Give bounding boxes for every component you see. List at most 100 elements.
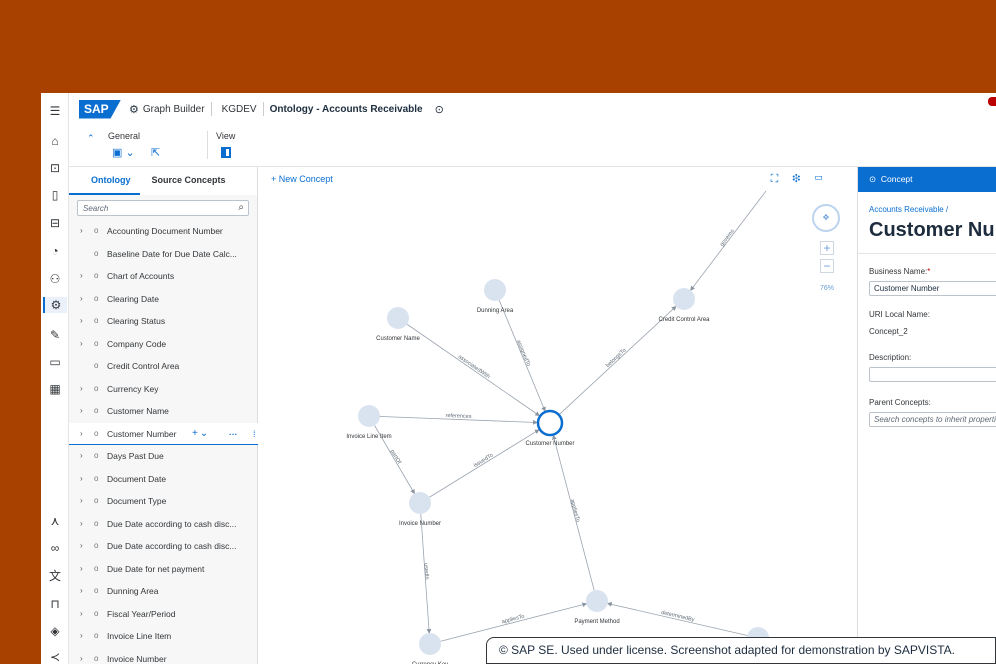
expand-chevron-icon[interactable]: › [80, 603, 83, 625]
shield-icon[interactable]: ◈ [47, 623, 63, 639]
expand-chevron-icon[interactable]: › [80, 220, 83, 242]
expand-chevron-icon[interactable]: › [80, 333, 83, 355]
workspace-name: KGDEV [221, 103, 257, 115]
shell-bar: SAP ⚙ Graph Builder KGDEV Ontology - Acc… [69, 93, 996, 125]
description-field[interactable] [869, 367, 996, 382]
expand-chevron-icon[interactable]: › [80, 400, 83, 422]
expand-chevron-icon[interactable]: › [80, 625, 83, 647]
zoom-out-button[interactable]: − [820, 259, 834, 273]
expand-chevron-icon[interactable]: › [80, 513, 83, 535]
network-icon[interactable]: ⚇ [47, 271, 63, 287]
parent-concepts-search-input[interactable]: Search concepts to inherit properties [869, 412, 996, 427]
expand-chevron-icon[interactable]: › [80, 558, 83, 580]
expand-chevron-icon[interactable]: › [80, 310, 83, 332]
list-item[interactable]: o Baseline Date for Due Date Calc... [69, 243, 258, 266]
search-icon[interactable]: ⌕ [238, 202, 244, 213]
expand-chevron-icon[interactable]: › [80, 423, 83, 445]
list-item[interactable]: › o Customer Number +⌄ ··· ⁞ [69, 422, 258, 445]
info-icon[interactable]: ⊙ [435, 103, 444, 116]
graph-node[interactable] [419, 633, 441, 655]
list-item[interactable]: › o Customer Name [69, 400, 258, 423]
list-item-label: Days Past Due [107, 451, 164, 461]
search-data-icon[interactable]: ⊡ [47, 160, 63, 176]
expand-chevron-icon[interactable]: › [80, 535, 83, 557]
translate-icon[interactable]: 文 [47, 568, 63, 584]
list-item[interactable]: › o Invoice Line Item [69, 625, 258, 648]
sap-logo[interactable]: SAP [79, 99, 121, 119]
business-name-field[interactable]: Customer Number [869, 281, 996, 296]
save-dropdown-button[interactable]: ▣ ⌄ [112, 146, 135, 159]
notification-badge[interactable] [988, 97, 996, 106]
menu-icon[interactable]: ☰ [47, 103, 63, 119]
share-icon[interactable]: ≺ [47, 649, 63, 664]
list-item-label: Customer Name [107, 406, 169, 416]
expand-chevron-icon[interactable]: › [80, 490, 83, 512]
list-item[interactable]: › o Company Code [69, 333, 258, 356]
list-item[interactable]: › o Accounting Document Number [69, 220, 258, 243]
graph-canvas[interactable]: + New Concept ⛶❉▭ associatedWith assigned… [258, 167, 857, 664]
graph-node[interactable] [673, 288, 695, 310]
tab-ontology[interactable]: Ontology [69, 167, 140, 195]
list-item[interactable]: › o Currency Key [69, 378, 258, 401]
list-item-label: Due Date according to cash disc... [107, 541, 237, 551]
graph-node[interactable] [409, 492, 431, 514]
list-item[interactable]: › o Invoice Number [69, 648, 258, 664]
zoom-in-button[interactable]: + [820, 241, 834, 255]
expand-chevron-icon[interactable]: › [80, 468, 83, 490]
expand-chevron-icon[interactable]: › [80, 648, 83, 664]
list-item[interactable]: › o Days Past Due [69, 445, 258, 468]
concept-icon: o [94, 316, 99, 325]
graph-node[interactable] [358, 405, 380, 427]
expand-chevron-icon[interactable]: › [80, 265, 83, 287]
pan-control[interactable]: ✥ [812, 204, 840, 232]
list-item[interactable]: › o Due Date for net payment [69, 558, 258, 581]
list-item[interactable]: › o Document Date [69, 468, 258, 491]
dashboard-icon[interactable]: ◔ [47, 243, 63, 259]
home-icon[interactable]: ⌂ [47, 133, 63, 149]
side-panel-toggle-icon[interactable] [221, 147, 231, 158]
glasses-icon[interactable]: ∞ [47, 540, 63, 556]
monitor-icon[interactable]: ▭ [47, 354, 63, 370]
document-icon[interactable]: ▯ [47, 187, 63, 203]
list-item[interactable]: › o Chart of Accounts [69, 265, 258, 288]
list-item[interactable]: › o Clearing Date [69, 288, 258, 311]
list-item[interactable]: › o Document Type [69, 490, 258, 513]
expand-chevron-icon[interactable]: › [80, 378, 83, 400]
concept-icon: o [94, 586, 99, 595]
more-options-button[interactable]: ··· [229, 423, 238, 445]
search-input[interactable]: Search ⌕ [77, 200, 249, 216]
export-icon[interactable]: ⇱ [151, 146, 160, 159]
graph-node[interactable] [586, 590, 608, 612]
expand-chevron-icon[interactable]: › [80, 445, 83, 467]
catalog-icon[interactable]: ⊟ [47, 215, 63, 231]
expand-chevron-icon[interactable]: › [80, 288, 83, 310]
list-item-label: Clearing Status [107, 316, 166, 326]
list-item[interactable]: › o Due Date according to cash disc... [69, 513, 258, 536]
add-child-button[interactable]: +⌄ [192, 423, 210, 445]
divider [210, 102, 212, 116]
list-item[interactable]: › o Fiscal Year/Period [69, 603, 258, 626]
breadcrumb[interactable]: Accounts Receivable / [869, 205, 948, 214]
list-item-label: Document Type [107, 496, 167, 506]
graph-node[interactable] [484, 279, 506, 301]
list-item[interactable]: › o Due Date according to cash disc... [69, 535, 258, 558]
hierarchy-icon[interactable]: ⋏ [47, 513, 63, 529]
graph-node[interactable] [536, 409, 564, 437]
lock-icon[interactable]: ⊓ [47, 596, 63, 612]
graph-node[interactable] [387, 307, 409, 329]
expand-chevron-icon[interactable]: › [80, 580, 83, 602]
concept-graph[interactable]: associatedWith assignedTo belongsTo governs… [258, 167, 857, 664]
resize-handle[interactable]: ⁞ [253, 423, 256, 445]
edge-label: appliesTo [569, 499, 581, 523]
tab-source-concepts[interactable]: Source Concepts [140, 167, 226, 195]
list-item[interactable]: › o Clearing Status [69, 310, 258, 333]
business-name-label: Business Name:* [869, 267, 931, 276]
divider [207, 131, 208, 159]
list-item[interactable]: › o Dunning Area [69, 580, 258, 603]
collapse-chevron-icon[interactable]: ⌃ [87, 133, 95, 144]
transform-icon[interactable]: ✎ [47, 327, 63, 343]
list-item[interactable]: o Credit Control Area [69, 355, 258, 378]
graph-builder-icon[interactable]: ⚙ [43, 297, 67, 313]
list-item-label: Invoice Line Item [107, 631, 172, 641]
repository-icon[interactable]: ▦ [47, 381, 63, 397]
